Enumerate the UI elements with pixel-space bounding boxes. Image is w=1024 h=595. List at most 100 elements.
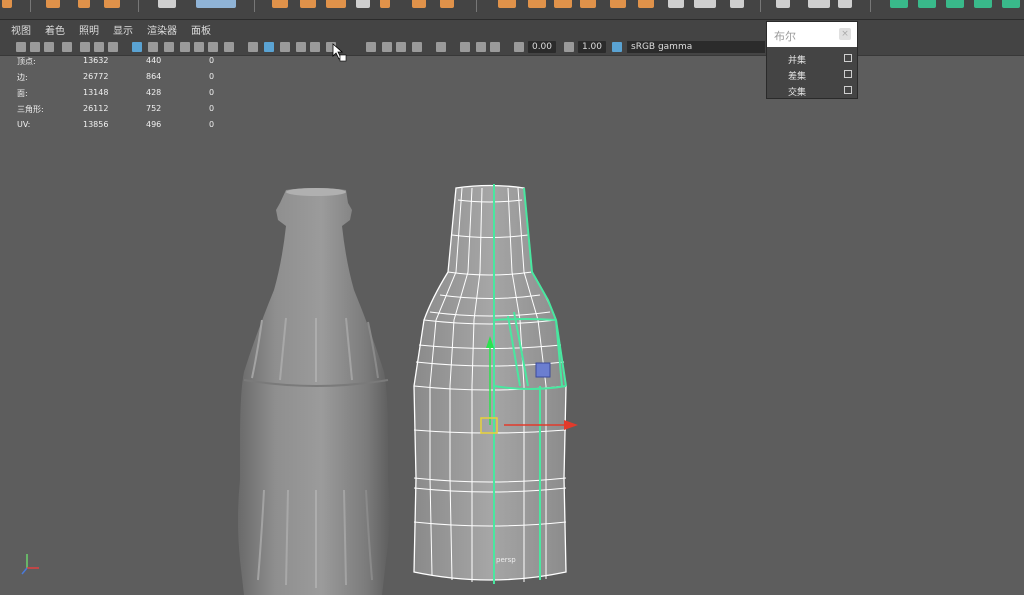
safe-title-icon[interactable]	[224, 42, 234, 52]
tool-icon-23[interactable]	[776, 0, 790, 8]
motion-blur-icon[interactable]	[396, 42, 406, 52]
boolean-option-label: 差集	[788, 72, 807, 82]
tool-icon-11[interactable]	[380, 0, 390, 8]
tool-icon-30[interactable]	[1002, 0, 1020, 8]
tool-icon-1[interactable]	[2, 0, 12, 8]
bookmark-icon[interactable]	[44, 42, 54, 52]
grid-icon[interactable]	[132, 42, 142, 52]
toolbar-separator	[476, 0, 477, 12]
tool-icon-29[interactable]	[974, 0, 992, 8]
viewport-panel[interactable]: 视图 着色 照明 显示 渲染器 面板 0.00 1.00 sRGB gamma …	[0, 20, 1024, 595]
boolean-option-label: 并集	[788, 56, 807, 66]
safe-action-icon[interactable]	[208, 42, 218, 52]
default-material-icon[interactable]	[280, 42, 290, 52]
boolean-option-label: 交集	[788, 88, 807, 98]
grease-pencil-icon[interactable]	[80, 42, 90, 52]
toolbar-separator	[138, 0, 139, 12]
hud-value-selected: 0	[209, 88, 215, 97]
tool-icon-15[interactable]	[528, 0, 546, 8]
film-gate-icon[interactable]	[148, 42, 158, 52]
menu-renderer[interactable]: 渲染器	[147, 22, 177, 37]
two-d-pan-icon[interactable]	[94, 42, 104, 52]
field-chart-icon[interactable]	[194, 42, 204, 52]
hud-value-object: 752	[146, 104, 162, 113]
boolean-option-checkbox[interactable]	[844, 54, 852, 62]
color-space-dropdown[interactable]: sRGB gamma	[627, 41, 765, 53]
boolean-option-intersection[interactable]: 交集	[767, 84, 857, 99]
xray-active-icon[interactable]	[476, 42, 486, 52]
tool-icon-25[interactable]	[838, 0, 852, 8]
boolean-option-checkbox[interactable]	[844, 70, 852, 78]
tool-icon-9[interactable]	[326, 0, 346, 8]
tool-icon-16[interactable]	[554, 0, 572, 8]
tool-icon-24[interactable]	[808, 0, 830, 8]
hud-value-scene: 13632	[83, 56, 109, 65]
hud-value-scene: 13148	[83, 88, 109, 97]
hud-label: 边:	[17, 73, 28, 82]
image-plane-icon[interactable]	[62, 42, 72, 52]
hud-value-selected: 0	[209, 72, 215, 81]
menu-view[interactable]: 视图	[11, 22, 31, 37]
hud-value-object: 864	[146, 72, 162, 81]
tool-icon-10[interactable]	[356, 0, 370, 8]
camera-label: persp	[496, 556, 516, 564]
tool-icon-22[interactable]	[730, 0, 744, 8]
xray-icon[interactable]	[460, 42, 470, 52]
tool-icon-2[interactable]	[46, 0, 60, 8]
tool-icon-7[interactable]	[272, 0, 288, 8]
textured-icon[interactable]	[310, 42, 320, 52]
ambient-occlusion-icon[interactable]	[382, 42, 392, 52]
anti-aliasing-icon[interactable]	[412, 42, 422, 52]
tool-icon-5[interactable]	[158, 0, 176, 8]
boolean-option-difference[interactable]: 差集	[767, 68, 857, 83]
tool-icon-18[interactable]	[610, 0, 626, 8]
tool-icon-6[interactable]	[196, 0, 236, 8]
menu-show[interactable]: 显示	[113, 22, 133, 37]
tool-icon-19[interactable]	[638, 0, 654, 8]
menu-panels[interactable]: 面板	[191, 22, 211, 37]
tool-icon-8[interactable]	[300, 0, 316, 8]
tool-icon-20[interactable]	[668, 0, 684, 8]
camera-attributes-icon[interactable]	[30, 42, 40, 52]
xray-joints-icon[interactable]	[490, 42, 500, 52]
gate-mask-icon[interactable]	[180, 42, 190, 52]
grease-pencil-2-icon[interactable]	[108, 42, 118, 52]
boolean-option-checkbox[interactable]	[844, 86, 852, 94]
toolbar-separator	[870, 0, 871, 12]
camera-icon[interactable]	[16, 42, 26, 52]
tool-icon-4[interactable]	[104, 0, 120, 8]
use-all-lights-icon[interactable]	[326, 42, 336, 52]
tool-icon-26[interactable]	[890, 0, 908, 8]
wireframe-on-shaded-icon[interactable]	[296, 42, 306, 52]
isolate-select-icon[interactable]	[436, 42, 446, 52]
boolean-popup: 布尔 × 并集 差集 交集	[766, 21, 858, 99]
exposure-field[interactable]: 0.00	[528, 41, 556, 53]
hud-value-scene: 26772	[83, 72, 109, 81]
hud-value-object: 428	[146, 88, 162, 97]
hud-label: 三角形:	[17, 105, 44, 114]
resolution-gate-icon[interactable]	[164, 42, 174, 52]
menu-shading[interactable]: 着色	[45, 22, 65, 37]
boolean-option-union[interactable]: 并集	[767, 52, 857, 67]
hud-value-selected: 0	[209, 104, 215, 113]
gamma-field[interactable]: 1.00	[578, 41, 606, 53]
menu-lighting[interactable]: 照明	[79, 22, 99, 37]
color-management-icon[interactable]	[612, 42, 622, 52]
tool-icon-17[interactable]	[580, 0, 596, 8]
tool-icon-14[interactable]	[498, 0, 516, 8]
hud-label: UV:	[17, 120, 31, 129]
shadows-icon[interactable]	[366, 42, 376, 52]
hud-value-object: 440	[146, 56, 162, 65]
close-icon[interactable]: ×	[839, 28, 851, 40]
tool-icon-28[interactable]	[946, 0, 964, 8]
tool-icon-21[interactable]	[694, 0, 716, 8]
exposure-icon[interactable]	[514, 42, 524, 52]
tool-icon-13[interactable]	[440, 0, 454, 8]
wireframe-icon[interactable]	[248, 42, 258, 52]
tool-icon-27[interactable]	[918, 0, 936, 8]
tool-icon-12[interactable]	[412, 0, 426, 8]
smooth-shade-icon[interactable]	[264, 42, 274, 52]
gamma-icon[interactable]	[564, 42, 574, 52]
toolbar-separator	[254, 0, 255, 12]
tool-icon-3[interactable]	[78, 0, 90, 8]
